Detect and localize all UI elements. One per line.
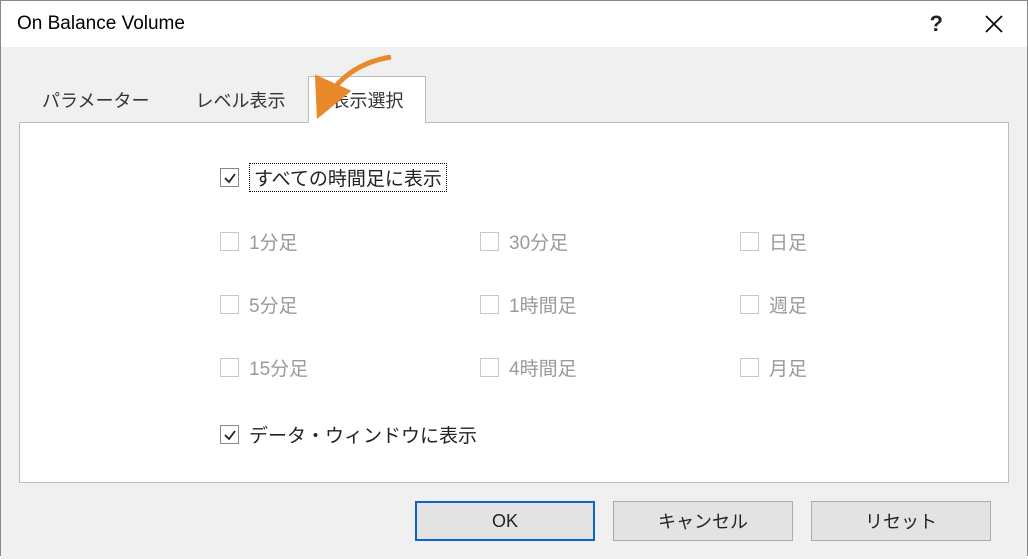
checkbox-label: 日足	[769, 228, 807, 255]
checkbox-box-icon	[220, 232, 239, 251]
close-button[interactable]	[979, 9, 1009, 39]
titlebar-controls: ?	[922, 7, 1021, 41]
checkbox-label: 4時間足	[509, 354, 577, 381]
checkbox-label: 5分足	[249, 291, 298, 318]
checkbox-box-icon	[220, 295, 239, 314]
checkbox-m5[interactable]: 5分足	[220, 291, 480, 318]
data-window-label: データ・ウィンドウに表示	[249, 421, 477, 448]
checkbox-box-icon	[220, 358, 239, 377]
checkbox-label: 1分足	[249, 228, 298, 255]
checkbox-m15[interactable]: 15分足	[220, 354, 480, 381]
tab-content-area: すべての時間足に表示 1分足 30分足 日足 5分足	[1, 122, 1027, 559]
checkbox-d1[interactable]: 日足	[740, 228, 940, 255]
checkbox-box-icon	[220, 168, 239, 187]
help-button[interactable]: ?	[922, 7, 951, 41]
visualization-panel: すべての時間足に表示 1分足 30分足 日足 5分足	[19, 122, 1009, 483]
checkbox-box-icon	[480, 295, 499, 314]
checkbox-w1[interactable]: 週足	[740, 291, 940, 318]
close-icon	[983, 13, 1005, 35]
checkbox-label: 30分足	[509, 228, 568, 255]
checkmark-icon	[223, 428, 237, 442]
tab-levels[interactable]: レベル表示	[172, 76, 308, 123]
data-window-checkbox[interactable]: データ・ウィンドウに表示	[220, 421, 948, 448]
titlebar: On Balance Volume ?	[1, 1, 1027, 47]
checkbox-box-icon	[480, 232, 499, 251]
dialog-buttons: OK キャンセル リセット	[19, 483, 1009, 559]
checkbox-box-icon	[740, 295, 759, 314]
timeframe-grid: 1分足 30分足 日足 5分足 1時間足	[220, 228, 948, 385]
ok-button[interactable]: OK	[415, 501, 595, 541]
tab-visualization[interactable]: 表示選択	[308, 76, 426, 123]
all-timeframes-label: すべての時間足に表示	[249, 163, 447, 192]
tab-parameters[interactable]: パラメーター	[19, 76, 172, 123]
checkbox-h1[interactable]: 1時間足	[480, 291, 740, 318]
checkbox-label: 週足	[769, 291, 807, 318]
dialog-window: On Balance Volume ? パラメーター レベル表示 表示選択	[0, 0, 1028, 556]
checkbox-label: 1時間足	[509, 291, 577, 318]
checkbox-label: 15分足	[249, 354, 308, 381]
checkbox-box-icon	[740, 232, 759, 251]
all-timeframes-checkbox[interactable]: すべての時間足に表示	[220, 163, 948, 192]
checkbox-box-icon	[480, 358, 499, 377]
window-title: On Balance Volume	[17, 13, 185, 35]
checkmark-icon	[223, 171, 237, 185]
cancel-button[interactable]: キャンセル	[613, 501, 793, 541]
tab-strip: パラメーター レベル表示 表示選択	[1, 47, 1027, 122]
checkbox-box-icon	[740, 358, 759, 377]
checkbox-h4[interactable]: 4時間足	[480, 354, 740, 381]
checkbox-m30[interactable]: 30分足	[480, 228, 740, 255]
checkbox-mn[interactable]: 月足	[740, 354, 940, 381]
checkbox-m1[interactable]: 1分足	[220, 228, 480, 255]
checkbox-box-icon	[220, 425, 239, 444]
checkbox-label: 月足	[769, 354, 807, 381]
reset-button[interactable]: リセット	[811, 501, 991, 541]
